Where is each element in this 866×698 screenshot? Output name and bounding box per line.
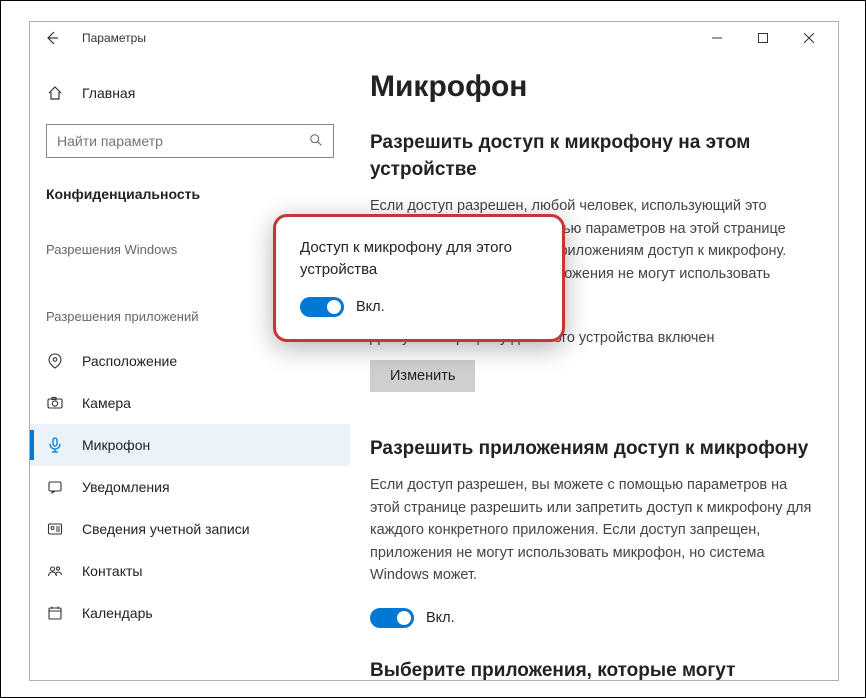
sidebar-item-label: Уведомления [82,479,170,495]
calendar-icon [46,604,64,622]
sidebar-item-account-info[interactable]: Сведения учетной записи [30,508,350,550]
change-button[interactable]: Изменить [370,360,475,392]
apps-toggle-row: Вкл. [370,608,818,628]
maximize-icon [758,33,768,43]
sidebar-item-label: Камера [82,395,131,411]
sidebar-item-notifications[interactable]: Уведомления [30,466,350,508]
location-icon [46,352,64,370]
content-pane[interactable]: Микрофон Разрешить доступ к микрофону на… [350,54,838,680]
home-label: Главная [82,85,135,101]
notifications-icon [46,478,64,496]
section2-desc: Если доступ разрешен, вы можете с помощь… [370,474,818,586]
minimize-button[interactable] [694,22,740,54]
page-title: Микрофон [370,70,818,104]
section1-title: Разрешить доступ к микрофону на этом уст… [370,130,818,183]
device-toggle-label: Вкл. [356,299,385,315]
sidebar-item-microphone[interactable]: Микрофон [30,424,350,466]
settings-window: Параметры Главная [29,21,839,681]
device-access-flyout: Доступ к микрофону для этого устройства … [273,214,565,342]
section3-title-cutoff: Выберите приложения, которые могут [370,660,818,680]
minimize-icon [712,33,722,43]
sidebar-item-camera[interactable]: Камера [30,382,350,424]
sidebar-item-contacts[interactable]: Контакты [30,550,350,592]
camera-icon [46,394,64,412]
close-icon [804,33,814,43]
arrow-left-icon [44,30,60,46]
home-icon [46,84,64,102]
outer-frame: Параметры Главная [0,0,866,698]
apps-toggle-label: Вкл. [426,610,455,626]
device-access-toggle[interactable] [300,297,344,317]
maximize-button[interactable] [740,22,786,54]
id-card-icon [46,520,64,538]
sidebar-item-label: Контакты [82,563,142,579]
window-body: Главная Конфиденциальность Разрешения Wi… [30,54,838,680]
close-button[interactable] [786,22,832,54]
category-label: Конфиденциальность [30,176,350,212]
sidebar-item-calendar[interactable]: Календарь [30,592,350,634]
sidebar-item-label: Расположение [82,353,177,369]
device-toggle-row: Вкл. [300,297,538,317]
search-input-wrapper[interactable] [46,124,334,158]
window-controls [694,22,832,54]
sidebar-item-label: Календарь [82,605,153,621]
titlebar: Параметры [30,22,838,54]
home-link[interactable]: Главная [30,76,350,110]
sidebar-item-label: Микрофон [82,437,150,453]
search-input[interactable] [57,133,309,149]
sidebar-item-label: Сведения учетной записи [82,521,250,537]
section2-title: Разрешить приложениям доступ к микрофону [370,436,818,463]
flyout-title: Доступ к микрофону для этого устройства [300,237,538,281]
window-title: Параметры [82,31,146,45]
microphone-icon [46,436,64,454]
sidebar: Главная Конфиденциальность Разрешения Wi… [30,54,350,680]
apps-access-toggle[interactable] [370,608,414,628]
back-button[interactable] [36,22,68,54]
contacts-icon [46,562,64,580]
sidebar-item-location[interactable]: Расположение [30,340,350,382]
search-icon [309,133,323,150]
